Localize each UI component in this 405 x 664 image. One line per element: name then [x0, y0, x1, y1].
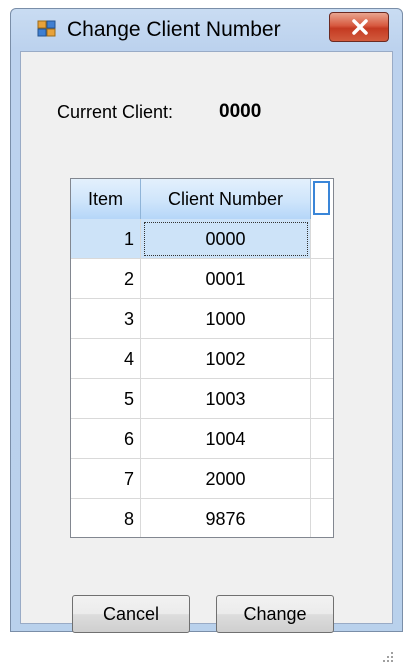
cell-client-number[interactable]: 1000	[141, 299, 311, 339]
cell-item[interactable]: 7	[71, 459, 141, 499]
cancel-button[interactable]: Cancel	[72, 595, 190, 633]
column-header-item[interactable]: Item	[71, 179, 141, 219]
cell-item[interactable]: 8	[71, 499, 141, 537]
close-button[interactable]	[329, 12, 389, 42]
current-client-value: 0000	[219, 101, 262, 122]
cell-client-number[interactable]: 0001	[141, 259, 311, 299]
grid-header: Item Client Number	[71, 179, 311, 220]
cell-item[interactable]: 1	[71, 219, 141, 259]
cell-client-number[interactable]: 9876	[141, 499, 311, 537]
resize-grip-icon[interactable]	[381, 650, 395, 664]
table-row[interactable]: 7 2000	[71, 459, 311, 499]
grid-row-line	[311, 498, 333, 499]
cell-item[interactable]: 5	[71, 379, 141, 419]
current-client-label: Current Client:	[57, 102, 174, 122]
table-row[interactable]: 6 1004	[71, 419, 311, 459]
cell-item[interactable]: 6	[71, 419, 141, 459]
grid-row-line	[311, 378, 333, 379]
table-row[interactable]: 5 1003	[71, 379, 311, 419]
table-row[interactable]: 8 9876	[71, 499, 311, 537]
window-title: Change Client Number	[67, 18, 281, 41]
change-button[interactable]: Change	[216, 595, 334, 633]
table-row[interactable]: 2 0001	[71, 259, 311, 299]
title-bar[interactable]: Change Client Number	[11, 9, 402, 51]
dialog-body: Current Client: 0000 Item Client Number …	[20, 51, 393, 662]
table-row[interactable]: 3 1000	[71, 299, 311, 339]
dialog-window: Change Client Number Current Client: 000…	[10, 8, 403, 662]
cell-client-number[interactable]: 0000	[141, 219, 311, 259]
grid-row-line	[311, 338, 333, 339]
client-grid[interactable]: Item Client Number 1 0000 2 0001 3 1000 4 1002 5…	[70, 178, 334, 538]
grid-row-line	[311, 298, 333, 299]
table-row[interactable]: 4 1002	[71, 339, 311, 379]
cell-client-number[interactable]: 2000	[141, 459, 311, 499]
window-app-icon	[37, 19, 57, 39]
grid-row-line	[311, 258, 333, 259]
cell-item[interactable]: 4	[71, 339, 141, 379]
close-icon	[352, 19, 368, 35]
grid-row-line	[311, 418, 333, 419]
cell-client-number[interactable]: 1002	[141, 339, 311, 379]
column-header-client-number[interactable]: Client Number	[141, 179, 311, 219]
cell-item[interactable]: 3	[71, 299, 141, 339]
table-row[interactable]: 1 0000	[71, 219, 311, 259]
grid-row-line	[311, 458, 333, 459]
cell-item[interactable]: 2	[71, 259, 141, 299]
cell-client-number[interactable]: 1004	[141, 419, 311, 459]
grid-header-extra-cell[interactable]	[313, 181, 330, 215]
cell-client-number[interactable]: 1003	[141, 379, 311, 419]
